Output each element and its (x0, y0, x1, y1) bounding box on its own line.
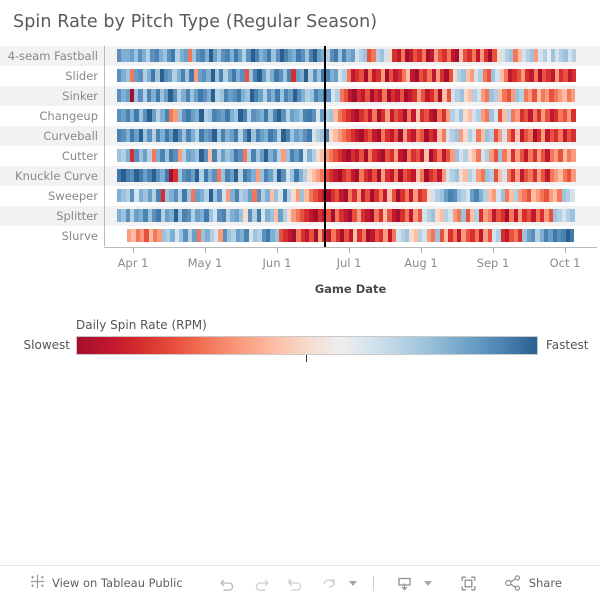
tableau-viz-frame: Spin Rate by Pitch Type (Regular Season)… (0, 0, 600, 566)
color-legend: Daily Spin Rate (RPM) Slowest Fastest (0, 318, 600, 364)
heatmap-cell[interactable] (571, 169, 576, 182)
redo-button[interactable] (247, 566, 277, 600)
view-on-tableau-public-label: View on Tableau Public (52, 576, 183, 590)
x-axis-tick-label: Jul 1 (336, 256, 362, 270)
heatmap-row-marks[interactable] (117, 49, 576, 62)
x-axis-tick (421, 248, 422, 253)
heatmap-cell[interactable] (570, 189, 575, 202)
viz-toolbar: View on Tableau Public Share (0, 566, 600, 600)
row-label-knuckle-curve[interactable]: Knuckle Curve (0, 166, 101, 186)
download-button[interactable] (390, 566, 420, 600)
heatmap-cell[interactable] (570, 229, 575, 242)
refresh-icon (323, 578, 336, 587)
row-label-cutter[interactable]: Cutter (0, 146, 101, 166)
x-axis-title: Game Date (314, 282, 387, 296)
chevron-down-icon (423, 580, 432, 586)
x-axis-line (104, 247, 597, 248)
legend-low-label: Slowest (23, 338, 70, 352)
legend-title: Daily Spin Rate (RPM) (76, 318, 207, 332)
row-label-splitter[interactable]: Splitter (0, 206, 101, 226)
heatmap-cell[interactable] (571, 69, 576, 82)
x-axis-tick-label: Apr 1 (117, 256, 149, 270)
x-axis-tick-label: Jun 1 (262, 256, 292, 270)
heatmap-cell[interactable] (571, 129, 576, 142)
x-axis-tick (493, 248, 494, 253)
legend-high-label: Fastest (546, 338, 589, 352)
fullscreen-button[interactable] (454, 566, 484, 600)
x-axis-tick-label: May 1 (187, 256, 223, 270)
x-axis-tick (349, 248, 350, 253)
heatmap-row-marks[interactable] (117, 69, 576, 82)
heatmap-row-marks[interactable] (117, 209, 576, 222)
refresh-dropdown-button[interactable] (345, 566, 361, 600)
x-axis-tick (205, 248, 206, 253)
revert-icon (288, 578, 302, 591)
heatmap-row-marks[interactable] (127, 229, 576, 242)
view-on-tableau-public-button[interactable]: View on Tableau Public (29, 566, 183, 600)
download-dropdown-button[interactable] (420, 566, 436, 600)
heatmap-row-marks[interactable] (117, 189, 576, 202)
undo-button[interactable] (213, 566, 243, 600)
x-axis-tick-label: Aug 1 (404, 256, 438, 270)
revert-button[interactable] (281, 566, 311, 600)
row-label-slider[interactable]: Slider (0, 66, 101, 86)
row-label-sinker[interactable]: Sinker (0, 86, 101, 106)
download-icon (398, 577, 411, 590)
reference-line (324, 46, 326, 248)
x-axis-tick-label: Sep 1 (476, 256, 510, 270)
share-icon (504, 575, 520, 591)
heatmap-cell[interactable] (570, 209, 575, 222)
undo-icon (220, 579, 234, 591)
redo-icon (255, 579, 269, 591)
heatmap-row-marks[interactable] (117, 109, 576, 122)
share-label: Share (528, 576, 562, 590)
x-axis-tick (277, 248, 278, 253)
legend-gradient-bar[interactable] (76, 336, 538, 355)
toolbar-divider (372, 575, 374, 591)
row-label-slurve[interactable]: Slurve (0, 226, 101, 246)
row-label-4-seam-fastball[interactable]: 4-seam Fastball (0, 46, 101, 66)
heatmap-cell[interactable] (570, 89, 576, 102)
share-button[interactable]: Share (504, 566, 562, 600)
page-title: Spin Rate by Pitch Type (Regular Season) (13, 12, 378, 32)
row-label-changeup[interactable]: Changeup (0, 106, 101, 126)
heatmap-plot-region: 4-seam Fastball Slider Sinker Changeup Curve… (0, 46, 600, 248)
heatmap-cell[interactable] (571, 109, 576, 122)
x-axis-tick-label: Oct 1 (549, 256, 581, 270)
tableau-logo-icon (29, 573, 46, 594)
fullscreen-icon (461, 576, 476, 590)
heatmap-row-marks[interactable] (117, 89, 576, 102)
refresh-button[interactable] (315, 566, 345, 600)
chevron-down-icon (348, 580, 357, 586)
x-axis-tick (565, 248, 566, 253)
heatmap-row-marks[interactable] (117, 129, 576, 142)
heatmap-row-marks[interactable] (117, 169, 576, 182)
heatmap-cell[interactable] (571, 149, 576, 162)
y-axis-line (104, 46, 105, 246)
row-label-curveball[interactable]: Curveball (0, 126, 101, 146)
legend-midpoint-tick (306, 355, 307, 362)
x-axis-tick (133, 248, 134, 253)
row-label-sweeper[interactable]: Sweeper (0, 186, 101, 206)
heatmap-row-marks[interactable] (117, 149, 576, 162)
heatmap-cell[interactable] (571, 49, 576, 62)
